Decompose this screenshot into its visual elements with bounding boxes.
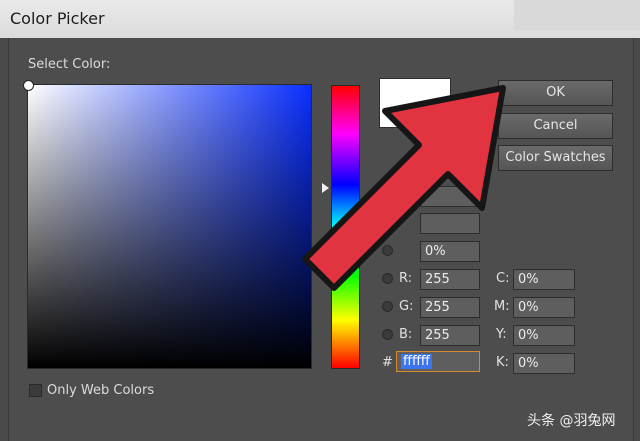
watermark: 头条 @羽兔网	[527, 413, 616, 429]
red-pointer-arrow-icon	[302, 85, 506, 291]
